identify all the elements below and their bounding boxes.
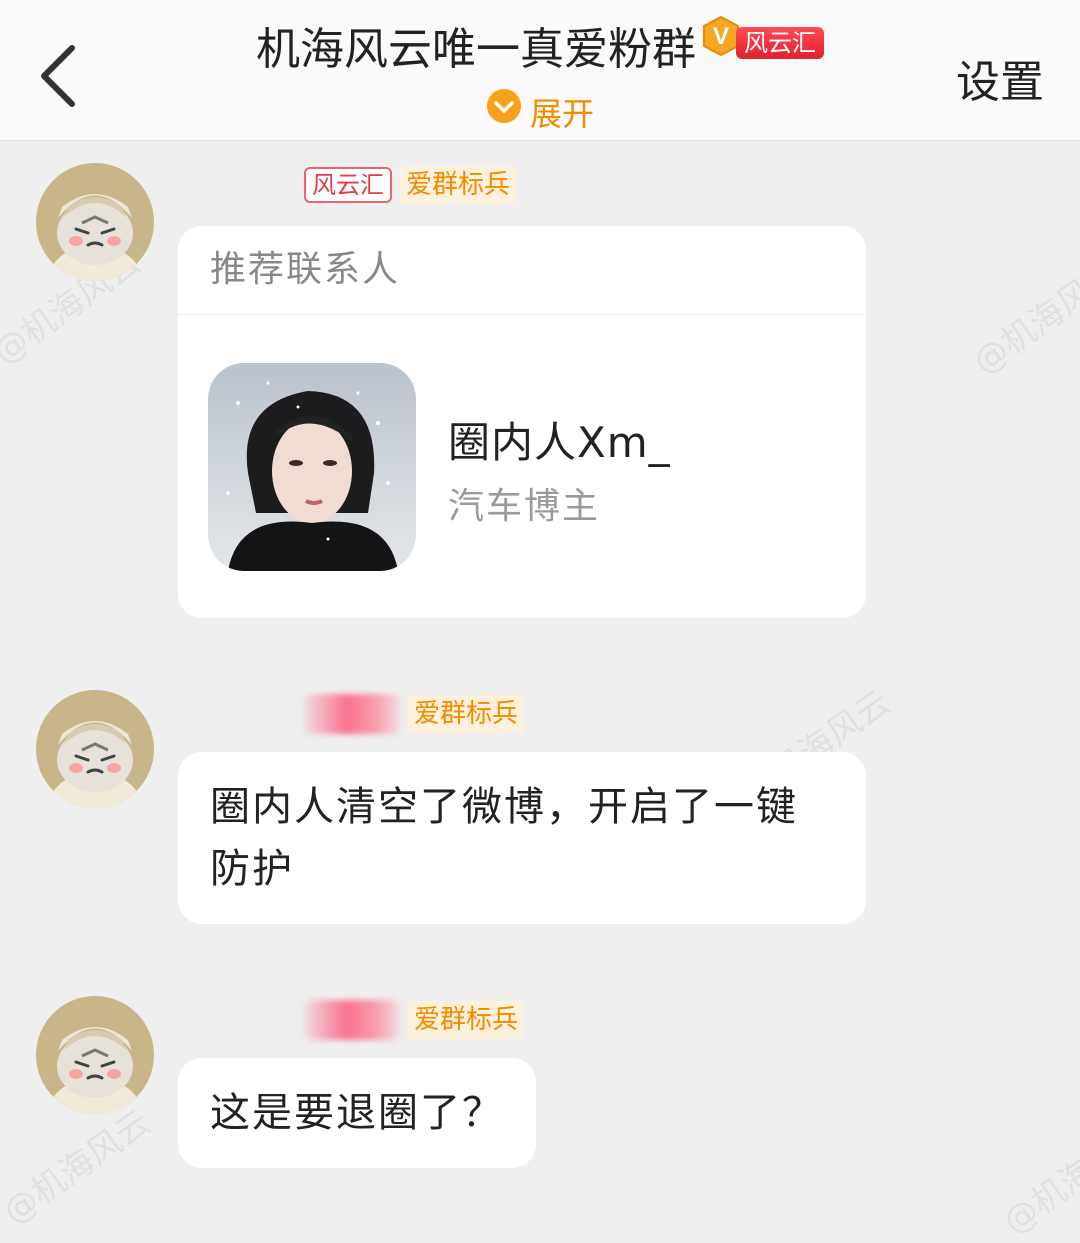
- message-bubble[interactable]: 圈内人清空了微博，开启了一键防护: [178, 752, 866, 924]
- contact-description: 汽车博主: [448, 486, 601, 527]
- sender-name-redacted: [304, 694, 400, 734]
- sender-avatar[interactable]: [36, 996, 154, 1114]
- watermark: @机海风云: [995, 1112, 1080, 1243]
- group-title: 机海风云唯一真爱粉群: [256, 24, 696, 75]
- chat-header: 机海风云唯一真爱粉群 V 风云汇 展开 设置: [0, 0, 1080, 141]
- chevron-down-circle-icon: [486, 87, 522, 139]
- watermark: @机海风云: [0, 1102, 159, 1233]
- sender-row: 爱群标兵: [304, 694, 525, 734]
- sender-avatar[interactable]: [36, 163, 154, 281]
- role-badge: 爱群标兵: [408, 1001, 525, 1039]
- watermark: @机海风云: [965, 252, 1080, 383]
- card-header: 推荐联系人: [178, 226, 866, 315]
- message-text: 圈内人清空了微博，开启了一键防护: [210, 784, 798, 892]
- group-tag: 风云汇: [736, 27, 824, 59]
- contact-name: 圈内人Xm_: [448, 418, 671, 467]
- sender-avatar[interactable]: [36, 690, 154, 808]
- sender-row: 爱群标兵: [304, 1000, 525, 1040]
- contact-card-body[interactable]: 圈内人Xm_ 汽车博主: [178, 315, 866, 615]
- sender-tag: 风云汇: [304, 167, 392, 203]
- contact-card[interactable]: 推荐联系人 圈内人Xm_ 汽车博主: [178, 226, 866, 618]
- svg-text:V: V: [713, 23, 729, 50]
- expand-label: 展开: [529, 95, 594, 133]
- message-bubble[interactable]: 这是要退圈了？: [178, 1058, 536, 1168]
- group-title-row[interactable]: 机海风云唯一真爱粉群 V 风云汇: [0, 15, 1080, 82]
- sender-row: 风云汇 爱群标兵: [304, 166, 517, 206]
- expand-toggle[interactable]: 展开: [0, 88, 1080, 140]
- role-badge: 爱群标兵: [400, 166, 517, 204]
- role-badge: 爱群标兵: [408, 695, 525, 733]
- contact-photo: [208, 363, 416, 571]
- message-text: 这是要退圈了？: [210, 1090, 504, 1136]
- settings-button[interactable]: 设置: [956, 46, 1044, 110]
- sender-name-redacted: [304, 1000, 400, 1040]
